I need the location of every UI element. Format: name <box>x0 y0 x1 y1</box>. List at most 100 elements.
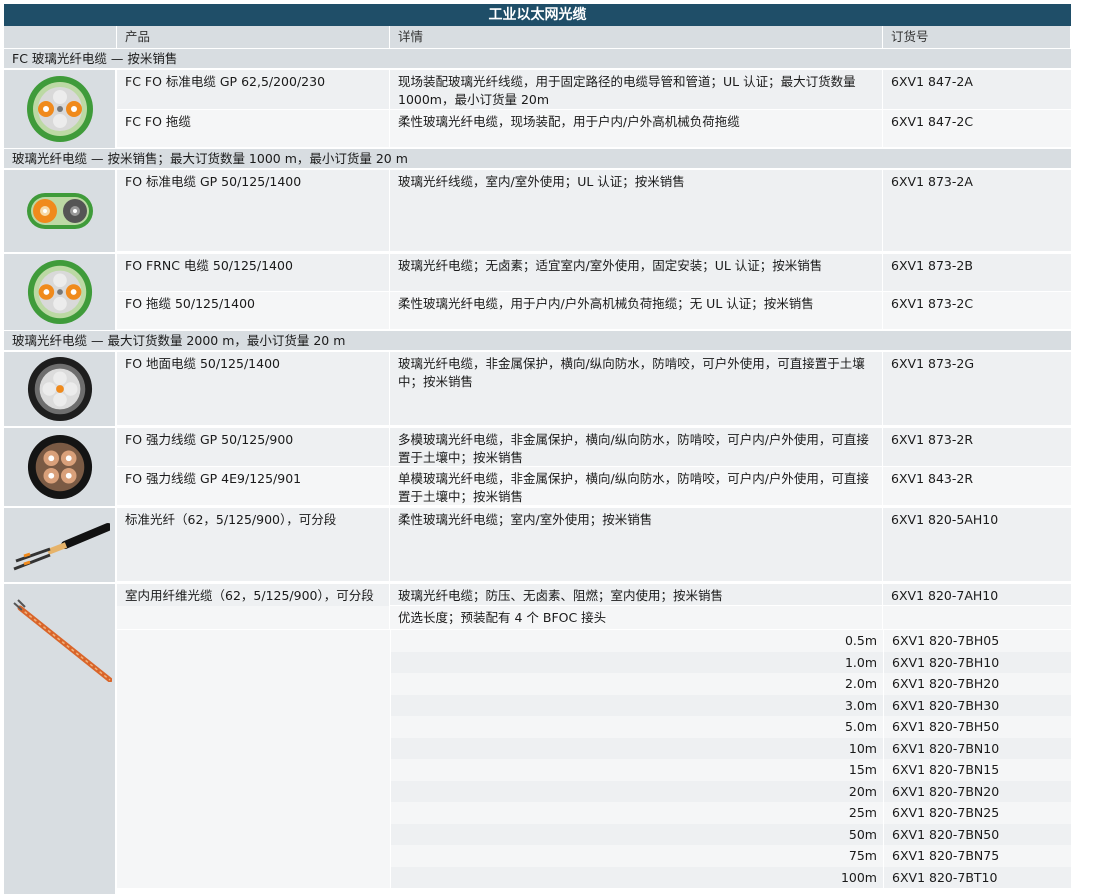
column-header-row: 产品 详情 订货号 <box>4 26 1071 48</box>
length-variant-row: 25m 6XV1 820-7BN25 <box>117 802 1071 824</box>
order-number: 6XV1 843-2R <box>883 467 1071 505</box>
length-variant-row: 20m 6XV1 820-7BN20 <box>117 780 1071 802</box>
header-image-column <box>4 26 117 48</box>
table-row: 标准光纤（62，5/125/900），可分段 柔性玻璃光纤电缆；室内/室外使用；… <box>117 508 1071 582</box>
length-order-number: 6XV1 820-7BH30 <box>884 694 1071 716</box>
order-number: 6XV1 820-7AH10 <box>883 584 1071 605</box>
length-variant-row: 2.0m 6XV1 820-7BH20 <box>117 673 1071 695</box>
order-number: 6XV1 873-2G <box>883 352 1071 425</box>
header-details: 详情 <box>390 26 883 48</box>
product-group: 标准光纤（62，5/125/900），可分段 柔性玻璃光纤电缆；室内/室外使用；… <box>4 506 1071 582</box>
product-name: FO 拖缆 50/125/1400 <box>117 292 390 329</box>
table-row: FO 强力线缆 GP 4E9/125/901 单模玻璃光纤电缆，非金属保护，横向… <box>117 467 1071 506</box>
order-number: 6XV1 820-5AH10 <box>883 508 1071 581</box>
product-name: FO 地面电缆 50/125/1400 <box>117 352 390 425</box>
product-group: FC FO 标准电缆 GP 62,5/200/230 现场装配玻璃光纤线缆，用于… <box>4 68 1071 148</box>
table-row: FO 地面电缆 50/125/1400 玻璃光纤电缆，非金属保护，横向/纵向防水… <box>117 352 1071 426</box>
length-product-empty <box>117 673 391 695</box>
table-title: 工业以太网光缆 <box>4 4 1071 26</box>
ground-cable-cross-section-icon <box>27 356 92 422</box>
product-group: FO 标准电缆 GP 50/125/1400 玻璃光纤线缆，室内/室外使用；UL… <box>4 168 1071 252</box>
frnc-cable-cross-section-icon <box>27 259 92 325</box>
length-variant-row: 50m 6XV1 820-7BN50 <box>117 823 1071 845</box>
cable-image <box>4 170 117 252</box>
length-product-empty <box>117 694 391 716</box>
cable-image <box>4 508 117 582</box>
product-details: 玻璃光纤电缆；无卤素；适宜室内/室外使用，固定安装；UL 认证；按米销售 <box>390 254 883 291</box>
product-name: FO 强力线缆 GP 4E9/125/901 <box>117 467 390 505</box>
table-row: 优选长度；预装配有 4 个 BFOC 接头 <box>117 606 1071 630</box>
table-row: FC FO 标准电缆 GP 62,5/200/230 现场装配玻璃光纤线缆，用于… <box>117 70 1071 110</box>
product-details: 柔性玻璃光纤电缆，现场装配，用于户内/户外高机械负荷拖缆 <box>390 110 883 147</box>
cable-image <box>4 70 117 148</box>
header-order-number: 订货号 <box>883 26 1071 48</box>
splittable-fiber-cable-icon <box>12 523 110 571</box>
order-number-empty <box>883 606 1071 629</box>
order-number: 6XV1 847-2C <box>883 110 1071 147</box>
length-variant-row: 10m 6XV1 820-7BN10 <box>117 737 1071 759</box>
length-value: 0.5m <box>391 630 884 652</box>
length-order-number: 6XV1 820-7BN50 <box>884 823 1071 845</box>
product-details: 玻璃光纤电缆，非金属保护，横向/纵向防水，防啃咬，可户外使用，可直接置于土壤中；… <box>390 352 883 425</box>
length-value: 75m <box>391 845 884 867</box>
length-product-empty <box>117 716 391 738</box>
length-order-number: 6XV1 820-7BN75 <box>884 845 1071 867</box>
section-header: 玻璃光纤电缆 — 按米销售；最大订货数量 1000 m，最小订货量 20 m <box>4 148 1071 168</box>
heavy-duty-cable-cross-section-icon <box>27 434 92 500</box>
length-variant-row: 15m 6XV1 820-7BN15 <box>117 759 1071 781</box>
length-value: 100m <box>391 866 884 888</box>
preferred-length-note: 优选长度；预装配有 4 个 BFOC 接头 <box>390 606 883 629</box>
length-variant-row: 0.5m 6XV1 820-7BH05 <box>117 630 1071 652</box>
length-order-number: 6XV1 820-7BH50 <box>884 716 1071 738</box>
product-group: FO FRNC 电缆 50/125/1400 玻璃光纤电缆；无卤素；适宜室内/室… <box>4 252 1071 330</box>
length-order-number: 6XV1 820-7BN10 <box>884 737 1071 759</box>
cable-image <box>4 428 117 506</box>
product-group: FO 强力线缆 GP 50/125/900 多模玻璃光纤电缆，非金属保护，横向/… <box>4 426 1071 506</box>
length-value: 25m <box>391 802 884 824</box>
length-product-empty <box>117 780 391 802</box>
section-header: FC 玻璃光纤电缆 — 按米销售 <box>4 48 1071 68</box>
table-row: FC FO 拖缆 柔性玻璃光纤电缆，现场装配，用于户内/户外高机械负荷拖缆 6X… <box>117 110 1071 148</box>
length-value: 2.0m <box>391 673 884 695</box>
product-details: 现场装配玻璃光纤线缆，用于固定路径的电缆导管和管道；UL 认证；最大订货数量 1… <box>390 70 883 109</box>
indoor-fiber-cable-icon <box>12 599 112 682</box>
section-header: 玻璃光纤电缆 — 最大订货数量 2000 m，最小订货量 20 m <box>4 330 1071 350</box>
length-variant-list: 0.5m 6XV1 820-7BH05 1.0m 6XV1 820-7BH10 2.0m… <box>117 630 1071 888</box>
cable-image <box>4 254 117 330</box>
order-number: 6XV1 873-2B <box>883 254 1071 291</box>
table-row: FO 标准电缆 GP 50/125/1400 玻璃光纤线缆，室内/室外使用；UL… <box>117 170 1071 252</box>
order-number: 6XV1 847-2A <box>883 70 1071 109</box>
length-product-empty <box>117 845 391 867</box>
length-order-number: 6XV1 820-7BN20 <box>884 780 1071 802</box>
length-value: 15m <box>391 759 884 781</box>
table-row: FO FRNC 电缆 50/125/1400 玻璃光纤电缆；无卤素；适宜室内/室… <box>117 254 1071 292</box>
product-name: FC FO 标准电缆 GP 62,5/200/230 <box>117 70 390 109</box>
length-variant-row: 75m 6XV1 820-7BN75 <box>117 845 1071 867</box>
product-details: 玻璃光纤电缆；防压、无卤素、阻燃；室内使用；按米销售 <box>390 584 883 605</box>
product-details: 单模玻璃光纤电缆，非金属保护，横向/纵向防水，防啃咬，可户内/户外使用，可直接置… <box>390 467 883 505</box>
order-number: 6XV1 873-2R <box>883 428 1071 466</box>
order-number: 6XV1 873-2A <box>883 170 1071 251</box>
length-product-empty <box>117 866 391 888</box>
length-variant-row: 3.0m 6XV1 820-7BH30 <box>117 694 1071 716</box>
product-details: 多模玻璃光纤电缆，非金属保护，横向/纵向防水，防啃咬，可户内/户外使用，可直接置… <box>390 428 883 466</box>
length-order-number: 6XV1 820-7BH10 <box>884 651 1071 673</box>
product-table: 工业以太网光缆 产品 详情 订货号 FC 玻璃光纤电缆 — 按米销售 FC FO… <box>4 4 1071 894</box>
product-name: FO FRNC 电缆 50/125/1400 <box>117 254 390 291</box>
length-order-number: 6XV1 820-7BH20 <box>884 673 1071 695</box>
length-variant-row: 5.0m 6XV1 820-7BH50 <box>117 716 1071 738</box>
table-row: 室内用纤维光缆（62，5/125/900），可分段 玻璃光纤电缆；防压、无卤素、… <box>117 584 1071 630</box>
cable-image <box>4 584 117 894</box>
product-details: 柔性玻璃光纤电缆，用于户内/户外高机械负荷拖缆；无 UL 认证；按米销售 <box>390 292 883 329</box>
order-number: 6XV1 873-2C <box>883 292 1071 329</box>
length-order-number: 6XV1 820-7BN15 <box>884 759 1071 781</box>
product-name: FO 标准电缆 GP 50/125/1400 <box>117 170 390 251</box>
header-product: 产品 <box>117 26 390 48</box>
duplex-cable-cross-section-icon <box>26 193 93 229</box>
fc-cable-cross-section-icon <box>26 76 93 142</box>
product-details: 柔性玻璃光纤电缆；室内/室外使用；按米销售 <box>390 508 883 581</box>
length-product-empty <box>117 823 391 845</box>
product-name: 标准光纤（62，5/125/900），可分段 <box>117 508 390 581</box>
table-row: FO 拖缆 50/125/1400 柔性玻璃光纤电缆，用于户内/户外高机械负荷拖… <box>117 292 1071 330</box>
length-value: 50m <box>391 823 884 845</box>
